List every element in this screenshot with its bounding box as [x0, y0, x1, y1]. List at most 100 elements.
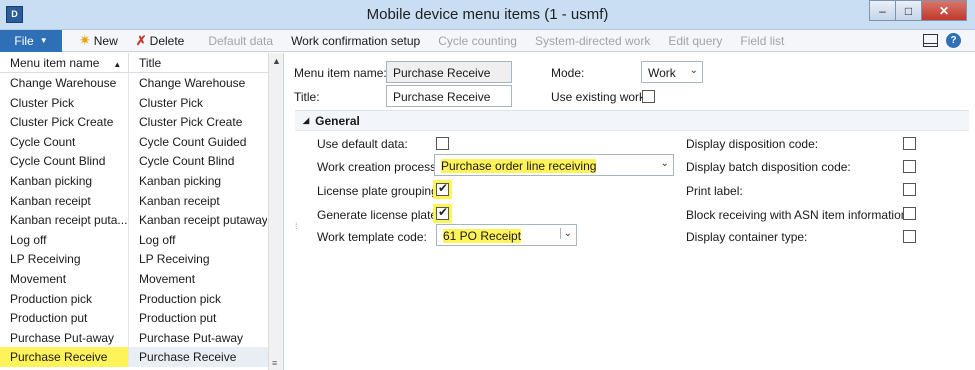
table-row[interactable]: Purchase Receive Purchase Receive	[0, 347, 283, 367]
table-row[interactable]: Change Warehouse Change Warehouse	[0, 73, 283, 93]
default-data-button[interactable]: Default data	[199, 34, 282, 48]
display-batch-disposition-code-checkbox[interactable]	[903, 160, 916, 173]
display-container-type-label: Display container type:	[686, 230, 808, 244]
help-icon[interactable]: ?	[946, 33, 961, 48]
column-header-menu-item-name[interactable]: Menu item name ▲	[0, 53, 129, 73]
table-row[interactable]: LP Receiving LP Receiving	[0, 249, 283, 269]
cell-title: Production put	[139, 311, 217, 326]
resize-grip-icon: ⁞	[295, 221, 298, 231]
table-row[interactable]: Cycle Count Blind Cycle Count Blind	[0, 151, 283, 171]
cell-menu-item-name: Movement	[0, 268, 129, 289]
cell-title: Movement	[139, 271, 196, 286]
grid-scrollbar[interactable]: ▲ ≡	[268, 53, 283, 370]
work-creation-process-select[interactable]: Purchase order line receiving ⌄	[434, 154, 674, 176]
table-row[interactable]: Cluster Pick Cluster Pick	[0, 92, 283, 113]
work-template-code-select[interactable]: 61 PO Receipt ⌄	[436, 224, 577, 246]
new-button[interactable]: ✷ New	[70, 32, 127, 49]
view-layout-icon[interactable]	[923, 34, 938, 47]
table-row[interactable]: Production put Production put	[0, 308, 283, 328]
mode-label: Mode:	[551, 66, 585, 80]
scroll-grip-icon[interactable]: ≡	[272, 358, 277, 368]
maximize-button[interactable]: □	[895, 0, 922, 21]
cell-title: Cluster Pick	[139, 95, 204, 110]
table-row[interactable]: Kanban picking Kanban picking	[0, 170, 283, 191]
block-receiving-checkbox[interactable]	[903, 207, 916, 220]
table-row[interactable]: Movement Movement	[0, 268, 283, 289]
table-row[interactable]: Cluster Pick Create Cluster Pick Create	[0, 112, 283, 132]
cell-menu-item-name: Production put	[0, 308, 129, 328]
general-fasttab-header[interactable]: ◢ General	[295, 111, 969, 131]
scroll-up-icon[interactable]: ▲	[272, 56, 281, 66]
title-bar: D Mobile device menu items (1 - usmf) – …	[0, 0, 975, 30]
cell-title: Purchase Receive	[139, 350, 237, 365]
title-field[interactable]: Purchase Receive	[386, 85, 512, 107]
cycle-counting-button[interactable]: Cycle counting	[429, 34, 526, 48]
cell-title: LP Receiving	[139, 252, 210, 267]
cell-menu-item-name: Kanban receipt puta...	[0, 210, 129, 230]
table-row[interactable]: Kanban receipt puta... Kanban receipt put…	[0, 210, 283, 230]
delete-x-icon: ✗	[135, 32, 147, 48]
title-label: Title:	[294, 90, 320, 104]
license-plate-grouping-checkbox[interactable]	[436, 181, 449, 196]
chevron-down-icon: ⌄	[660, 158, 669, 169]
delete-button[interactable]: ✗ Delete	[127, 33, 194, 49]
table-row[interactable]: Purchase Put-away Purchase Put-away	[0, 327, 283, 348]
menu-item-name-label: Menu item name:	[294, 66, 387, 80]
action-pane: File ▼ ✷ New ✗ Delete Default data Work …	[0, 29, 975, 52]
new-sparkle-icon: ✷	[79, 32, 91, 48]
work-confirmation-setup-button[interactable]: Work confirmation setup	[282, 34, 429, 48]
mode-select[interactable]: Work ⌄	[641, 61, 703, 83]
print-label-label: Print label:	[686, 184, 743, 198]
file-button[interactable]: File ▼	[0, 29, 62, 52]
work-creation-process-label: Work creation process:	[317, 160, 440, 174]
table-row[interactable]: Kanban receipt Kanban receipt	[0, 190, 283, 211]
use-existing-work-label: Use existing work:	[551, 90, 649, 104]
chevron-down-icon: ⌄	[689, 65, 698, 76]
cell-menu-item-name: LP Receiving	[0, 249, 129, 269]
menu-item-name-field[interactable]: Purchase Receive	[386, 61, 512, 83]
display-disposition-code-label: Display disposition code:	[686, 137, 819, 151]
cell-menu-item-name: Purchase Put-away	[0, 327, 129, 348]
details-panel: Menu item name: Purchase Receive Mode: W…	[285, 53, 975, 370]
system-directed-work-button[interactable]: System-directed work	[526, 34, 659, 48]
display-container-type-checkbox[interactable]	[903, 230, 916, 243]
table-row[interactable]: Production pick Production pick	[0, 288, 283, 309]
window-title: Mobile device menu items (1 - usmf)	[366, 6, 609, 23]
column-header-title[interactable]: Title	[129, 53, 267, 73]
cell-title: Production pick	[139, 291, 222, 306]
cell-title: Cluster Pick Create	[139, 115, 243, 130]
generate-license-plate-checkbox[interactable]	[436, 205, 449, 220]
use-default-data-checkbox[interactable]	[436, 137, 449, 150]
minimize-button[interactable]: –	[869, 0, 896, 21]
print-label-checkbox[interactable]	[903, 183, 916, 196]
cell-menu-item-name: Kanban picking	[0, 170, 129, 191]
close-button[interactable]: ✕	[921, 0, 967, 21]
general-fasttab: ◢ General ⁞ Use default data: Work creat…	[295, 110, 969, 310]
license-plate-grouping-label: License plate grouping:	[317, 184, 442, 198]
cell-title: Purchase Put-away	[139, 330, 244, 345]
menu-items-grid: Menu item name ▲ Title Change Warehouse Ch…	[0, 53, 284, 370]
collapse-triangle-icon: ◢	[303, 116, 310, 125]
cell-title: Log off	[139, 232, 176, 247]
window-controls: – □ ✕	[869, 0, 967, 22]
dropdown-arrow-icon: ▼	[39, 36, 48, 45]
sort-ascending-icon: ▲	[113, 60, 122, 69]
cell-menu-item-name: Change Warehouse	[0, 73, 129, 93]
cell-menu-item-name: Cycle Count	[0, 131, 129, 152]
use-existing-work-checkbox[interactable]	[642, 90, 655, 103]
table-row[interactable]: Cycle Count Cycle Count Guided	[0, 131, 283, 152]
cell-title: Kanban picking	[139, 173, 222, 188]
cell-title: Change Warehouse	[139, 76, 246, 90]
table-row[interactable]: Log off Log off	[0, 229, 283, 250]
field-list-button[interactable]: Field list	[731, 34, 793, 48]
cell-menu-item-name: Log off	[0, 229, 129, 250]
use-default-data-label: Use default data:	[317, 137, 408, 151]
chevron-down-icon: ⌄	[559, 228, 572, 239]
display-disposition-code-checkbox[interactable]	[903, 137, 916, 150]
cell-menu-item-name: Kanban receipt	[0, 190, 129, 211]
edit-query-button[interactable]: Edit query	[659, 34, 731, 48]
cell-title: Kanban receipt	[139, 193, 220, 208]
cell-title: Kanban receipt putaway	[139, 213, 267, 228]
generate-license-plate-label: Generate license plate:	[317, 208, 441, 222]
display-batch-disposition-code-label: Display batch disposition code:	[686, 160, 851, 174]
